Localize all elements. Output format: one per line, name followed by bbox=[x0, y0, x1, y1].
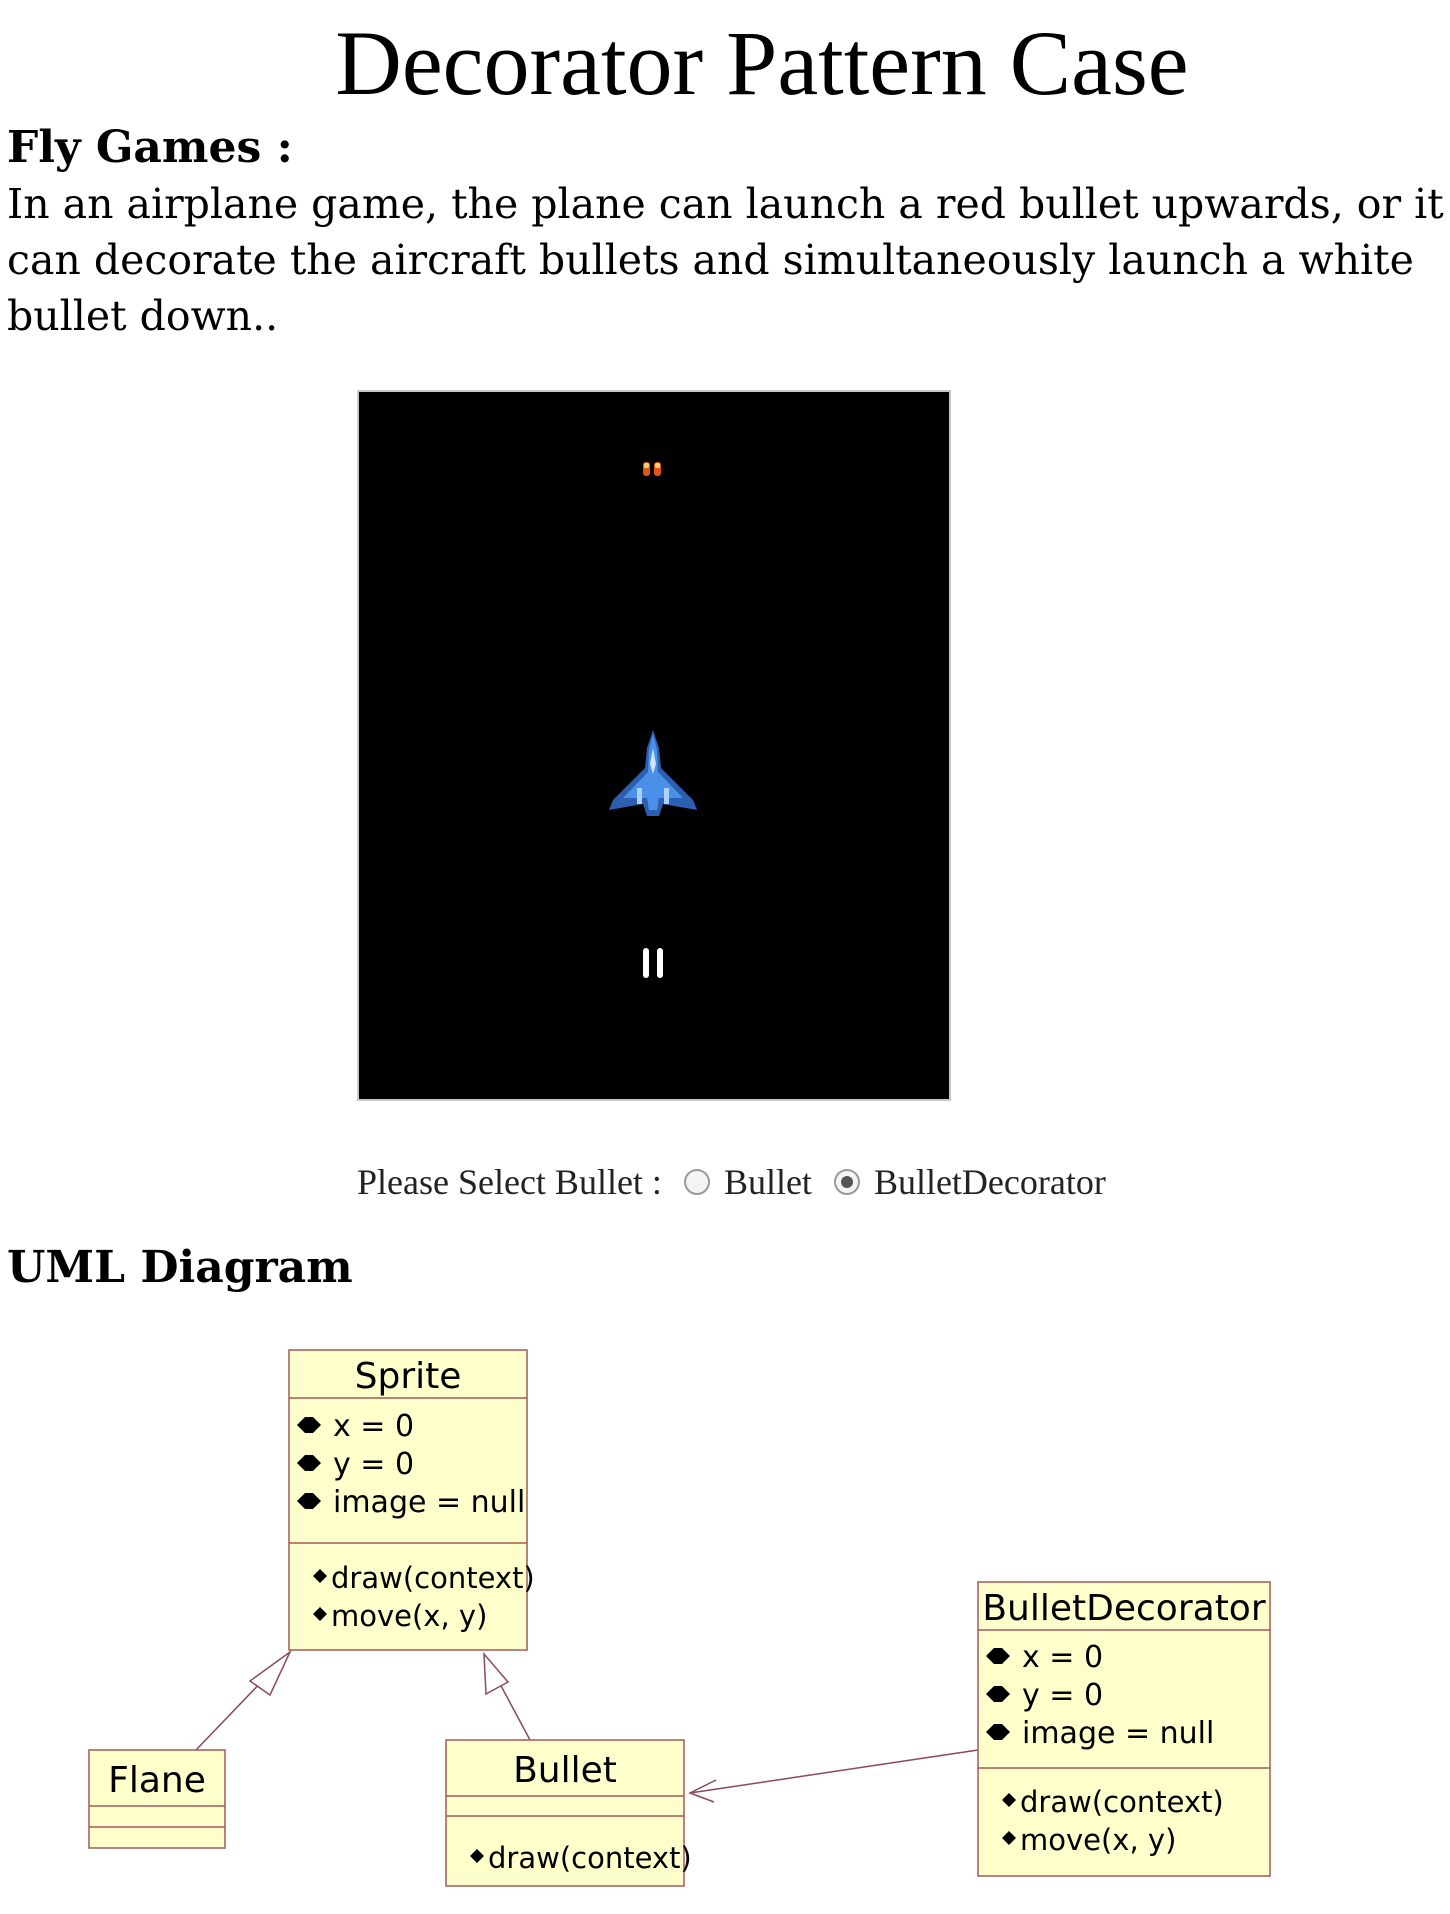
sprite-attr-x: x = 0 bbox=[333, 1409, 414, 1444]
red-bullet-icon bbox=[643, 462, 661, 476]
bullet-inheritance-arrow-icon bbox=[483, 1651, 510, 1696]
sprite-class-name: Sprite bbox=[355, 1356, 462, 1397]
uml-class-flane[interactable]: Flane bbox=[88, 1749, 226, 1849]
sprite-method-draw: draw(context) bbox=[331, 1561, 535, 1595]
sprite-attr-image: image = null bbox=[333, 1485, 525, 1520]
sprite-attr-y: y = 0 bbox=[333, 1447, 414, 1482]
flane-inheritance-arrow-icon bbox=[248, 1649, 292, 1697]
decorator-attr-y: y = 0 bbox=[1022, 1678, 1103, 1713]
page-title: Decorator Pattern Case bbox=[335, 12, 1189, 114]
white-bullet-icon bbox=[643, 948, 663, 978]
decorator-method-draw: draw(context) bbox=[1020, 1785, 1224, 1819]
uml-heading: UML Diagram bbox=[7, 1242, 353, 1293]
uml-class-bullet[interactable]: Bullet draw(context) bbox=[445, 1739, 692, 1887]
uml-class-bullet-decorator[interactable]: BulletDecorator x = 0 y = 0 image = null… bbox=[977, 1581, 1271, 1877]
sprite-method-move: move(x, y) bbox=[331, 1599, 487, 1633]
decorator-association-line bbox=[689, 1749, 979, 1794]
decorator-attr-image: image = null bbox=[1022, 1716, 1214, 1751]
bullet-radio-label[interactable]: Bullet bbox=[724, 1161, 812, 1203]
bullet-decorator-class-name: BulletDecorator bbox=[982, 1588, 1265, 1629]
bullet-select-label: Please Select Bullet : bbox=[357, 1162, 662, 1202]
bullet-decorator-radio[interactable] bbox=[833, 1169, 860, 1195]
bullet-class-name: Bullet bbox=[513, 1750, 617, 1791]
decorator-method-move: move(x, y) bbox=[1020, 1823, 1176, 1857]
uml-class-sprite[interactable]: Sprite x = 0 y = 0 image = null draw(con… bbox=[288, 1349, 535, 1651]
bullet-radio[interactable] bbox=[683, 1169, 710, 1195]
game-canvas[interactable] bbox=[357, 390, 951, 1101]
fly-games-heading: Fly Games : bbox=[7, 122, 293, 173]
plane-icon bbox=[609, 730, 697, 816]
bullet-method-draw: draw(context) bbox=[488, 1841, 692, 1875]
uml-diagram: Sprite x = 0 y = 0 image = null draw(con… bbox=[88, 1349, 1271, 1887]
flane-class-name: Flane bbox=[108, 1760, 206, 1801]
bullet-selector: Please Select Bullet : Bullet BulletDeco… bbox=[357, 1154, 1106, 1210]
bullet-decorator-radio-label[interactable]: BulletDecorator bbox=[874, 1161, 1106, 1203]
radio-selected-dot bbox=[840, 1176, 853, 1188]
game-description: In an airplane game, the plane can launc… bbox=[7, 180, 1444, 340]
decorator-attr-x: x = 0 bbox=[1022, 1640, 1103, 1675]
